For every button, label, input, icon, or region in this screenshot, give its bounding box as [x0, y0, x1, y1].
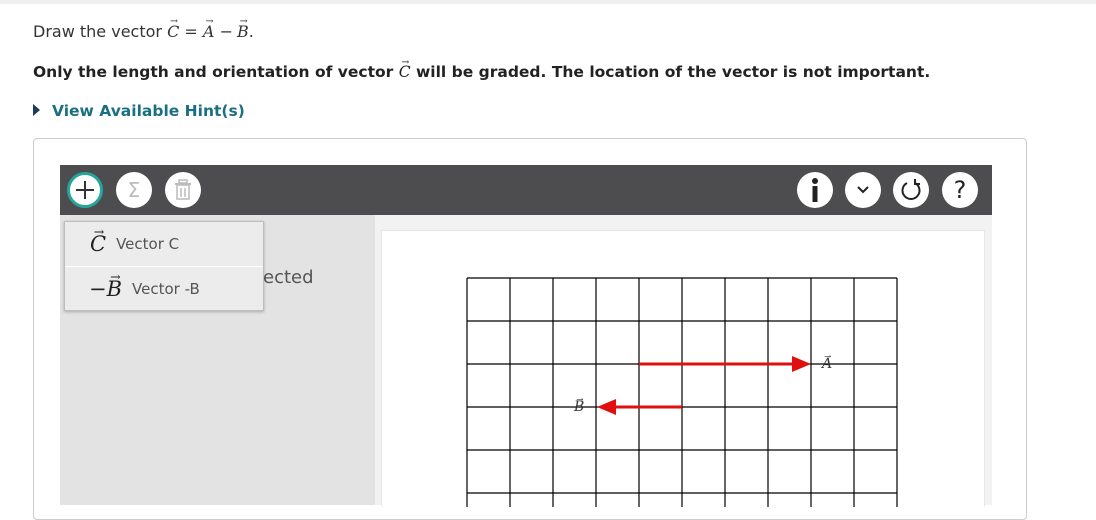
- menu-vector-neg-b-label: Vector -B: [132, 280, 200, 298]
- menu-item-vector-neg-b[interactable]: −B Vector -B: [65, 267, 263, 311]
- view-hints-link[interactable]: View Available Hint(s): [33, 102, 245, 120]
- caret-right-icon: [33, 104, 40, 116]
- vector-grid[interactable]: [466, 277, 900, 507]
- info-icon: [812, 178, 818, 202]
- reset-button[interactable]: [893, 172, 929, 208]
- hint-label: View Available Hint(s): [52, 102, 245, 120]
- trash-icon: [175, 179, 191, 200]
- grid-lines: [466, 277, 898, 507]
- chevron-down-icon: [857, 186, 869, 194]
- sigma-icon: Σ: [127, 178, 141, 202]
- vector-b-label: B: [574, 399, 584, 415]
- question-prompt: Draw the vector C = A −B.: [33, 22, 254, 41]
- plus-icon: [76, 181, 94, 199]
- vector-a-symbol: A: [203, 22, 215, 41]
- note-vector-c: C: [399, 63, 411, 81]
- options-button[interactable]: [845, 172, 881, 208]
- period: .: [248, 22, 254, 41]
- menu-vector-c-symbol: C: [90, 232, 106, 256]
- minus-sign: −: [219, 22, 233, 41]
- delete-button[interactable]: [165, 172, 201, 208]
- menu-item-vector-c[interactable]: C Vector C: [65, 222, 263, 266]
- note-prefix: Only the length and orientation of vecto…: [33, 63, 394, 81]
- grading-note: Only the length and orientation of vecto…: [33, 63, 930, 81]
- add-vector-menu: C Vector C −B Vector -B: [64, 221, 264, 311]
- help-icon: ?: [953, 176, 967, 204]
- help-button[interactable]: ?: [942, 172, 978, 208]
- top-border: [0, 0, 1096, 4]
- note-suffix: will be graded. The location of the vect…: [415, 63, 931, 81]
- menu-vector-c-label: Vector C: [116, 235, 180, 253]
- equals-sign: =: [184, 22, 198, 41]
- sum-button[interactable]: Σ: [116, 172, 152, 208]
- reset-icon: [901, 179, 921, 200]
- menu-vector-b-symbol: B: [107, 277, 122, 301]
- vector-a-label: A: [822, 356, 832, 372]
- menu-minus-sign: −: [89, 277, 107, 301]
- vector-b-symbol: B: [237, 22, 249, 41]
- pane-partial-text: ected: [263, 267, 314, 288]
- prompt-text: Draw the vector: [33, 22, 162, 41]
- vector-c-symbol: C: [167, 22, 179, 41]
- add-vector-button[interactable]: [67, 172, 103, 208]
- info-button[interactable]: [797, 172, 833, 208]
